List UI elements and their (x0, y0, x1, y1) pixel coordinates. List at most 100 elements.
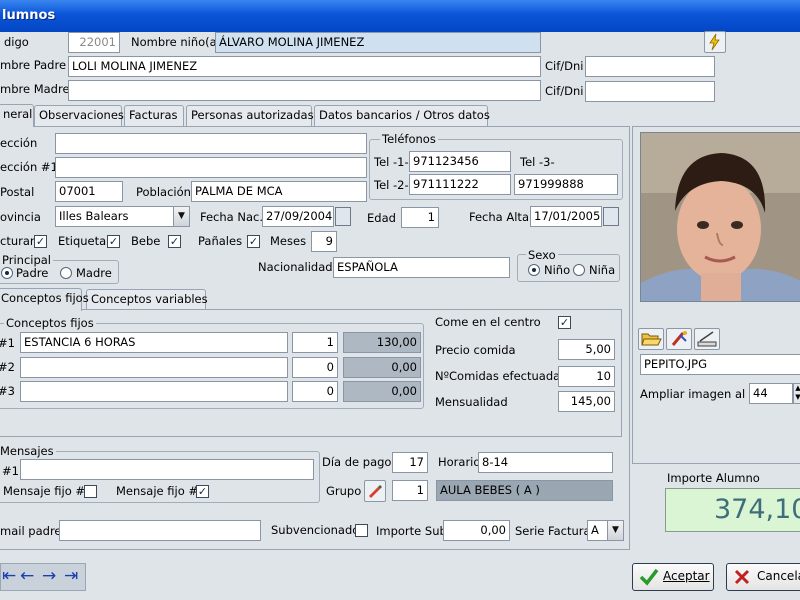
provincia-select[interactable]: Illes Balears ▼ (55, 206, 190, 227)
etiqueta-label: Etiqueta (58, 234, 107, 248)
codigo-field[interactable]: 22001 (68, 32, 120, 53)
serie-factura-select[interactable]: A ▼ (587, 520, 624, 541)
madre-label: Madre (76, 266, 112, 280)
codigo-label: digo (4, 35, 29, 49)
grupo-picker-button[interactable] (364, 480, 386, 502)
mensualidad-field: 145,00 (558, 391, 615, 412)
cancel-button[interactable]: Cancelar (726, 563, 800, 591)
cif-madre-field[interactable] (585, 81, 715, 102)
tab-observaciones[interactable]: Observaciones (34, 105, 124, 126)
cif-padre-field[interactable] (585, 56, 715, 77)
tab-conceptos-variables[interactable]: Conceptos variables (86, 289, 208, 310)
comidas-field[interactable]: 10 (558, 366, 615, 387)
tel2-field[interactable]: 971111222 (409, 174, 511, 195)
checkmark-icon (639, 568, 659, 586)
prev-record-icon[interactable]: ← (20, 566, 34, 586)
subvencionado-checkbox[interactable] (355, 524, 368, 537)
nombre-nino-field[interactable]: ÁLVARO MOLINA JIMENEZ (215, 32, 541, 53)
poblacion-field[interactable]: PALMA DE MCA (191, 181, 367, 202)
madre-radio[interactable] (60, 267, 72, 279)
nombre-padre-field[interactable]: LOLI MOLINA JIMENEZ (68, 56, 541, 77)
direccion1-field[interactable] (55, 157, 367, 178)
ampliar-field[interactable]: 44 (749, 383, 793, 404)
direccion-field[interactable] (55, 133, 367, 154)
padre-label: Padre (16, 266, 49, 280)
nombre-madre-field[interactable] (68, 80, 541, 101)
panales-label: Pañales (198, 234, 243, 248)
concepto3-label: #3 (0, 384, 15, 398)
tab-general[interactable]: neral (0, 104, 34, 127)
nombre-padre-label: mbre Padre (0, 58, 67, 72)
close-icon (734, 569, 750, 585)
etiqueta-checkbox[interactable]: ✓ (107, 235, 120, 248)
dia-pago-field[interactable]: 17 (392, 452, 428, 473)
edad-field[interactable]: 1 (401, 207, 439, 228)
edit-photo-button[interactable] (666, 328, 692, 350)
serie-factura-label: Serie Factura (515, 524, 591, 538)
concepto2-name-field[interactable] (20, 357, 288, 378)
cancel-label: Cancelar (757, 569, 800, 583)
fecha-nac-calendar-button[interactable] (335, 207, 351, 226)
concepto3-name-field[interactable] (20, 381, 288, 402)
chevron-down-icon[interactable]: ▼ (173, 207, 189, 226)
chevron-down-icon[interactable]: ▼ (607, 521, 623, 540)
mensaje1-field[interactable] (20, 459, 314, 480)
tel1-field[interactable]: 971123456 (409, 151, 511, 172)
provincia-label: ovincia (0, 210, 41, 224)
concepto3-qty-field[interactable]: 0 (292, 381, 338, 402)
mensaje-fijo1-label: Mensaje fijo #1 (3, 484, 93, 498)
title-bar[interactable]: lumnos (0, 0, 800, 32)
mensualidad-label: Mensualidad (435, 395, 508, 409)
tel3-field[interactable]: 971999888 (514, 174, 618, 195)
email-field[interactable] (59, 520, 261, 541)
facturar-checkbox[interactable]: ✓ (34, 235, 47, 248)
horario-field[interactable]: 8-14 (478, 452, 613, 473)
last-record-icon[interactable]: ⇥ (64, 566, 78, 586)
serie-factura-value: A (591, 523, 599, 537)
nina-radio[interactable] (573, 264, 585, 276)
grupo-number-field[interactable]: 1 (392, 480, 428, 501)
tab-conceptos-fijos[interactable]: Conceptos fijos (0, 288, 89, 311)
tab-datos-bancarios[interactable]: Datos bancarios / Otros datos (314, 105, 490, 126)
concepto2-qty-field[interactable]: 0 (292, 357, 338, 378)
mensaje-fijo2-label: Mensaje fijo #2 (116, 484, 206, 498)
tab-personas-autorizadas[interactable]: Personas autorizadas (186, 105, 314, 126)
meses-field[interactable]: 9 (311, 231, 337, 252)
first-record-icon[interactable]: ⇤ (2, 566, 16, 586)
importe-sub-field[interactable]: 0,00 (443, 520, 510, 541)
importe-alumno-value: 374,10 (665, 488, 800, 532)
concepto1-qty-field[interactable]: 1 (292, 332, 338, 353)
nino-radio[interactable] (528, 264, 540, 276)
fecha-alta-calendar-button[interactable] (603, 207, 619, 226)
mensaje-fijo2-checkbox[interactable]: ✓ (196, 485, 209, 498)
accept-button[interactable]: Aceptar (632, 563, 714, 591)
concepto1-name-field[interactable]: ESTANCIA 6 HORAS (20, 332, 288, 353)
postal-field[interactable]: 07001 (55, 181, 123, 202)
mensaje-fijo1-checkbox[interactable] (84, 485, 97, 498)
come-label: Come en el centro (435, 315, 541, 329)
student-photo-image (641, 133, 800, 301)
padre-radio[interactable] (1, 267, 13, 279)
provincia-value: Illes Balears (59, 209, 129, 223)
next-record-icon[interactable]: → (42, 566, 56, 586)
panales-checkbox[interactable]: ✓ (247, 235, 260, 248)
concepto2-amount-field: 0,00 (343, 357, 421, 378)
come-checkbox[interactable]: ✓ (558, 316, 571, 329)
lightning-button[interactable] (704, 31, 726, 53)
edad-label: Edad (367, 211, 396, 225)
precio-comida-field[interactable]: 5,00 (558, 339, 615, 360)
fecha-alta-field[interactable]: 17/01/2005 (530, 206, 602, 227)
pencil-icon (369, 485, 382, 498)
ampliar-spinner[interactable]: ▲ ▼ (793, 383, 800, 404)
main-window: lumnos digo 22001 Nombre niño(a) ÁLVARO … (0, 0, 800, 600)
fecha-nac-field[interactable]: 27/09/2004 (262, 206, 334, 227)
tab-facturas[interactable]: Facturas (124, 105, 184, 126)
scan-photo-button[interactable] (694, 328, 720, 350)
nacionalidad-field[interactable]: ESPAÑOLA (333, 257, 510, 278)
open-photo-button[interactable] (638, 328, 664, 350)
horario-label: Horario (438, 455, 481, 469)
subvencionado-label: Subvencionado (271, 523, 360, 537)
photo-filename-field[interactable]: PEPITO.JPG (640, 354, 800, 375)
bebe-checkbox[interactable]: ✓ (168, 235, 181, 248)
tel3-label: Tel -3- (520, 155, 555, 169)
